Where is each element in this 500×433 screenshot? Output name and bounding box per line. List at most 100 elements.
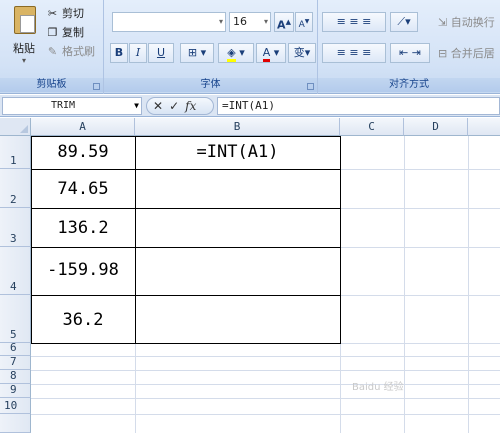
column-header-d[interactable]: D <box>404 118 468 136</box>
orientation-button[interactable]: ⟋▾ <box>390 12 418 32</box>
format-painter-button[interactable]: ✎ 格式刷 <box>46 42 95 60</box>
gridline <box>31 384 500 385</box>
dialog-launcher-icon[interactable]: . <box>307 83 314 90</box>
name-box[interactable]: TRIM ▼ <box>2 97 142 115</box>
chevron-down-icon[interactable]: ▾ <box>4 56 44 65</box>
row-header-7[interactable]: 7 <box>0 355 31 370</box>
cell-a3[interactable]: 136.2 <box>31 218 135 238</box>
align-middle-icon: ≡ <box>349 15 359 28</box>
chevron-down-icon[interactable]: ▾ <box>219 13 223 31</box>
increase-indent-icon: ⇥ <box>411 46 421 59</box>
column-header-a[interactable]: A <box>31 118 135 136</box>
cell-a5[interactable]: 36.2 <box>31 310 135 330</box>
indent-buttons[interactable]: ⇤ ⇥ <box>390 43 430 63</box>
formula-bar: TRIM ▼ ✕ ✓ fx =INT(A1) <box>0 95 500 117</box>
cut-label: 剪切 <box>62 7 84 20</box>
phonetic-label: 变 <box>293 46 305 59</box>
row-header-3[interactable]: 3 <box>0 208 31 247</box>
font-color-button[interactable]: A ▾ <box>256 43 286 63</box>
cut-button[interactable]: ✂ 剪切 <box>46 4 84 22</box>
clipboard-group: 粘贴 ▾ ✂ 剪切 ❐ 复制 ✎ 格式刷 剪贴板 . <box>0 0 104 94</box>
enter-icon[interactable]: ✓ <box>169 99 179 113</box>
cell-b1[interactable]: =INT(A1) <box>135 142 340 162</box>
inner-border-h <box>31 247 341 248</box>
cell-a2[interactable]: 74.65 <box>31 179 135 199</box>
worksheet-grid: A B C D 1 2 3 4 5 6 7 8 9 10 89.59 74.65… <box>0 118 500 433</box>
copy-button[interactable]: ❐ 复制 <box>46 23 84 41</box>
paintbrush-icon: ✎ <box>47 44 58 58</box>
align-top-icon: ≡ <box>336 15 346 28</box>
row-header-10[interactable]: 10 <box>0 398 31 414</box>
row-header-8[interactable]: 8 <box>0 369 31 384</box>
phonetic-button[interactable]: 变▾ <box>288 43 316 63</box>
gridline <box>31 398 500 399</box>
wrap-text-icon: ⇲ <box>438 16 448 29</box>
name-box-value: TRIM <box>51 100 76 111</box>
borders-icon: ⊞ <box>187 46 198 59</box>
merge-icon: ⊟ <box>438 47 448 60</box>
copy-label: 复制 <box>62 26 84 39</box>
column-header-b[interactable]: B <box>135 118 340 136</box>
scissors-icon: ✂ <box>47 6 58 20</box>
gridline <box>468 136 469 433</box>
inner-border-h <box>31 169 341 170</box>
bold-button[interactable]: B <box>110 43 128 63</box>
cell-a1[interactable]: 89.59 <box>31 142 135 162</box>
align-center-icon: ≡ <box>349 46 359 59</box>
clipboard-group-label: 剪贴板 <box>0 78 103 92</box>
row-header-1[interactable]: 1 <box>0 136 31 169</box>
chevron-down-icon[interactable]: ▼ <box>134 98 139 114</box>
paste-button[interactable]: 粘贴 ▾ <box>4 4 44 68</box>
clipboard-icon <box>14 6 36 34</box>
merge-center-label: 合并后居 <box>450 47 495 60</box>
font-group-label: 字体 <box>104 78 317 92</box>
text-orientation-icon: ⟋ <box>397 15 406 28</box>
wrap-text-label: 自动换行 <box>450 16 495 29</box>
formula-input[interactable]: =INT(A1) <box>217 97 500 115</box>
dialog-launcher-icon[interactable]: . <box>93 83 100 90</box>
row-header-4[interactable]: 4 <box>0 247 31 295</box>
inner-border-h <box>31 208 341 209</box>
grow-font-button[interactable]: A▲ <box>274 12 294 32</box>
borders-button[interactable]: ⊞ ▾ <box>180 43 214 63</box>
formula-controls: ✕ ✓ fx <box>146 97 214 115</box>
inner-border-v <box>135 136 136 344</box>
row-header-11[interactable] <box>0 414 31 433</box>
underline-button[interactable]: U <box>148 43 174 63</box>
font-size-combobox[interactable]: 16 ▾ <box>229 12 271 32</box>
gridline <box>31 356 500 357</box>
merge-center-button[interactable]: ⊟ 合并后居 <box>438 45 495 61</box>
gridline <box>404 136 405 433</box>
grow-font-icon: A <box>277 18 286 32</box>
fill-color-button[interactable]: ◈ ▾ <box>218 43 254 63</box>
insert-function-icon[interactable]: fx <box>185 99 196 113</box>
align-right-icon: ≡ <box>362 46 372 59</box>
row-header-9[interactable]: 9 <box>0 383 31 398</box>
column-header-e[interactable] <box>468 118 500 136</box>
align-left-icon: ≡ <box>336 46 346 59</box>
font-size-value: 16 <box>233 15 247 28</box>
row-header-5[interactable]: 5 <box>0 295 31 343</box>
alignment-group-label: 对齐方式 <box>318 78 500 92</box>
wrap-text-button[interactable]: ⇲ 自动换行 <box>438 14 495 30</box>
font-name-combobox[interactable]: ▾ <box>112 12 226 32</box>
italic-button[interactable]: I <box>129 43 147 63</box>
font-group: ▾ 16 ▾ A▲ A▼ B I U ⊞ ▾ ◈ ▾ A ▾ 变▾ 字体 . <box>104 0 318 94</box>
decrease-indent-icon: ⇤ <box>399 46 409 59</box>
horizontal-align-buttons[interactable]: ≡ ≡ ≡ <box>322 43 386 63</box>
column-header-c[interactable]: C <box>340 118 404 136</box>
cell-a4[interactable]: -159.98 <box>31 260 135 280</box>
gridline <box>31 414 500 415</box>
row-header-2[interactable]: 2 <box>0 169 31 208</box>
copy-icon: ❐ <box>47 25 58 39</box>
select-all-button[interactable] <box>0 118 31 136</box>
align-bottom-icon: ≡ <box>362 15 372 28</box>
font-color-icon: A <box>262 46 271 62</box>
chevron-down-icon[interactable]: ▾ <box>264 13 268 31</box>
shrink-font-button[interactable]: A▼ <box>295 12 313 32</box>
cancel-icon[interactable]: ✕ <box>153 99 163 113</box>
paste-label: 粘贴 <box>13 42 35 55</box>
fill-bucket-icon: ◈ <box>227 46 236 62</box>
format-painter-label: 格式刷 <box>62 45 95 58</box>
vertical-align-buttons[interactable]: ≡ ≡ ≡ <box>322 12 386 32</box>
